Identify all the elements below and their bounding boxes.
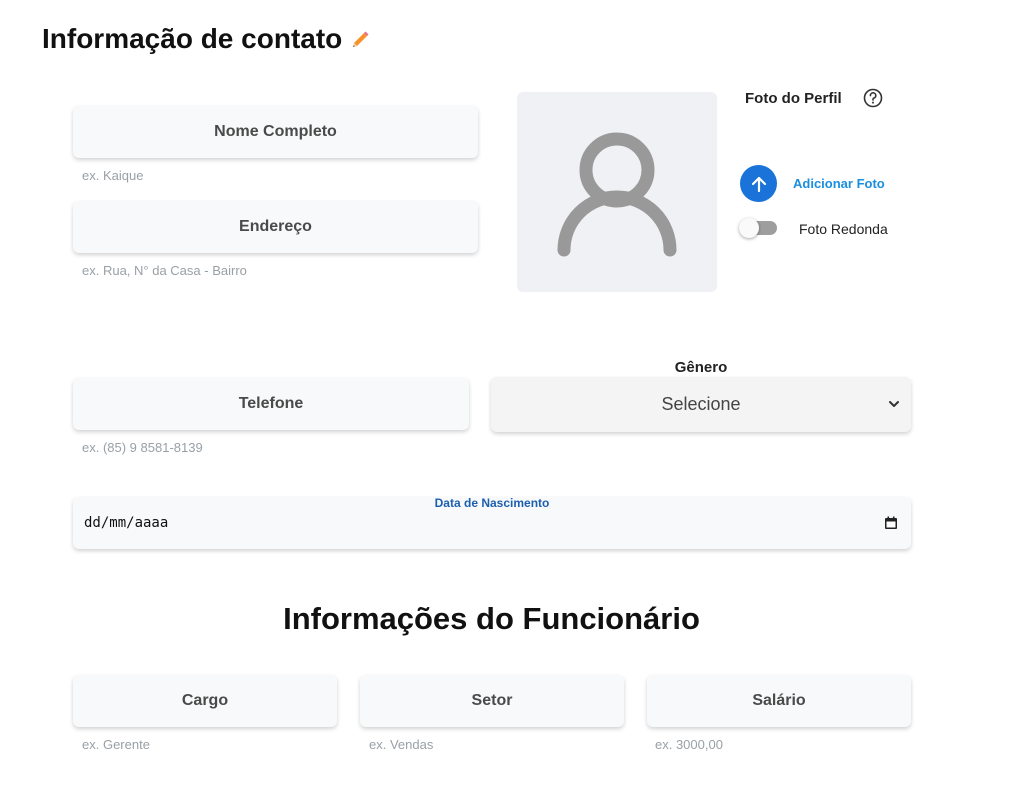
profile-photo-label: Foto do Perfil	[745, 90, 842, 107]
phone-field[interactable]: Telefone	[73, 378, 469, 430]
toggle-knob	[739, 218, 759, 238]
chevron-down-icon	[889, 401, 899, 407]
gender-select[interactable]: Selecione	[491, 377, 911, 432]
phone-hint: ex. (85) 9 8581-8139	[82, 440, 203, 455]
upload-photo-link[interactable]: Adicionar Foto	[793, 175, 885, 193]
pencil-icon	[353, 31, 369, 47]
address-label: Endereço	[239, 218, 312, 235]
contact-section-title: Informação de contato	[42, 22, 372, 56]
user-icon	[557, 132, 677, 257]
contact-title-text: Informação de contato	[42, 23, 343, 54]
calendar-icon[interactable]	[884, 516, 898, 530]
full-name-hint: ex. Kaique	[82, 168, 144, 183]
help-circle-icon[interactable]	[863, 88, 883, 108]
role-hint: ex. Gerente	[82, 737, 150, 752]
salary-hint: ex. 3000,00	[655, 737, 723, 752]
role-label: Cargo	[181, 692, 229, 709]
address-field[interactable]: Endereço	[73, 201, 478, 253]
gender-selected-value: Selecione	[661, 394, 741, 414]
round-photo-label: Foto Redonda	[799, 221, 888, 237]
full-name-label: Nome Completo	[214, 123, 337, 140]
full-name-field[interactable]: Nome Completo	[73, 106, 478, 158]
phone-label: Telefone	[238, 395, 304, 412]
birth-date-value: dd/mm/aaaa	[84, 515, 169, 531]
upload-photo-button[interactable]	[740, 165, 777, 202]
sector-label: Setor	[471, 692, 513, 709]
contact-form-page: Informação de contato Nome Completo ex. …	[0, 0, 1015, 793]
round-photo-toggle[interactable]	[739, 218, 777, 238]
sector-hint: ex. Vendas	[369, 737, 434, 752]
profile-photo-preview	[517, 92, 717, 292]
sector-field[interactable]: Setor	[360, 675, 624, 727]
arrow-up-icon	[751, 176, 766, 192]
salary-field[interactable]: Salário	[647, 675, 911, 727]
address-hint: ex. Rua, N° da Casa - Bairro	[82, 263, 247, 278]
birth-date-label: Data de Nascimento	[434, 496, 550, 510]
role-field[interactable]: Cargo	[73, 675, 337, 727]
gender-label: Gênero	[674, 359, 728, 376]
salary-label: Salário	[752, 692, 806, 709]
employee-section-title: Informações do Funcionário	[283, 601, 700, 636]
